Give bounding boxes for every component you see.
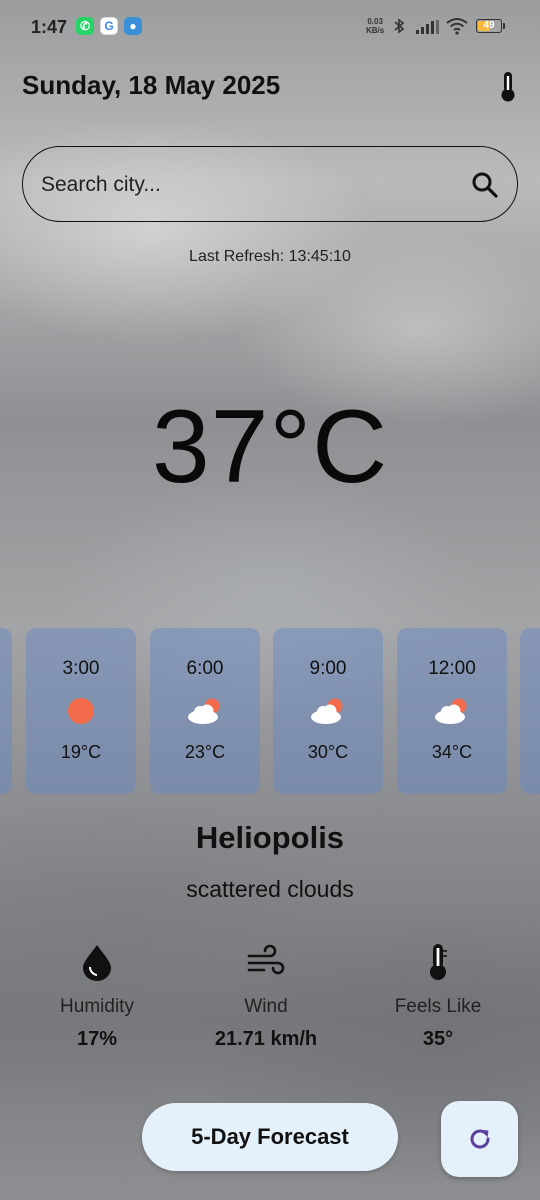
- stat-wind: Wind 21.71 km/h: [176, 942, 356, 1051]
- hour-time: 6:00: [186, 658, 224, 679]
- hour-card[interactable]: 6:00 23°C: [150, 628, 260, 794]
- wind-value: 21.71 km/h: [214, 1028, 318, 1050]
- refresh-button[interactable]: [441, 1101, 518, 1177]
- date-header: Sunday, 18 May 2025: [22, 70, 281, 100]
- signal-icon: [416, 20, 439, 34]
- hourly-forecast[interactable]: 3:00 19°C 6:00 23°C 9:00 30°C 12:00 34°C: [0, 628, 540, 794]
- thermometer-icon: [430, 944, 447, 980]
- battery-icon: 49: [476, 19, 502, 33]
- hour-card[interactable]: 3:00 19°C: [26, 628, 136, 794]
- hour-card[interactable]: 12:00 34°C: [397, 628, 507, 794]
- five-day-forecast-button[interactable]: 5-Day Forecast: [142, 1103, 398, 1171]
- network-speed-value: 0.03: [367, 17, 383, 26]
- hour-temp: 19°C: [60, 742, 102, 762]
- partly-cloudy-icon: [435, 698, 467, 724]
- hour-temp: 30°C: [307, 742, 349, 762]
- status-bar: 1:47 ✆ G ● 0.03 KB/s 49: [0, 0, 540, 54]
- partly-cloudy-icon: [311, 698, 343, 724]
- hour-temp: 34°C: [431, 742, 473, 762]
- last-refresh: Last Refresh: 13:45:10: [189, 248, 351, 265]
- status-time: 1:47: [31, 17, 68, 37]
- network-speed-unit: KB/s: [366, 26, 385, 35]
- city-name: Heliopolis: [195, 820, 345, 855]
- stat-humidity: Humidity 17%: [7, 942, 187, 1051]
- droplet-icon: [83, 945, 111, 981]
- search-icon[interactable]: [471, 171, 499, 199]
- google-icon: G: [100, 17, 118, 35]
- hour-time: 12:00: [428, 658, 476, 679]
- bluetooth-icon: [394, 18, 405, 34]
- battery-level: 49: [483, 20, 495, 31]
- search-bar[interactable]: [22, 146, 518, 222]
- partly-cloudy-icon: [188, 698, 220, 724]
- hour-temp: 23°C: [184, 742, 226, 762]
- feels-like-label: Feels Like: [394, 996, 482, 1017]
- sun-icon: [68, 698, 94, 724]
- wind-icon: [247, 944, 285, 975]
- weather-condition: scattered clouds: [186, 876, 354, 902]
- hour-card-partial-right[interactable]: [520, 628, 540, 794]
- battery-tip: [503, 23, 505, 29]
- humidity-value: 17%: [76, 1028, 118, 1050]
- thermometer-icon[interactable]: [494, 70, 522, 102]
- network-speed: 0.03 KB/s: [366, 17, 384, 35]
- wifi-icon: [446, 18, 468, 35]
- app-icon: ●: [124, 17, 142, 35]
- humidity-label: Humidity: [60, 996, 134, 1017]
- current-temperature: 37°C: [151, 389, 389, 505]
- hour-card-partial-left[interactable]: [0, 628, 12, 794]
- refresh-icon: [470, 1129, 490, 1149]
- whatsapp-icon: ✆: [76, 17, 94, 35]
- hour-time: 9:00: [309, 658, 347, 679]
- search-input[interactable]: [39, 165, 443, 205]
- stat-feels-like: Feels Like 35°: [348, 942, 528, 1051]
- wind-label: Wind: [244, 996, 288, 1017]
- feels-like-value: 35°: [422, 1028, 454, 1050]
- hour-time: 3:00: [62, 658, 100, 679]
- hour-card[interactable]: 9:00 30°C: [273, 628, 383, 794]
